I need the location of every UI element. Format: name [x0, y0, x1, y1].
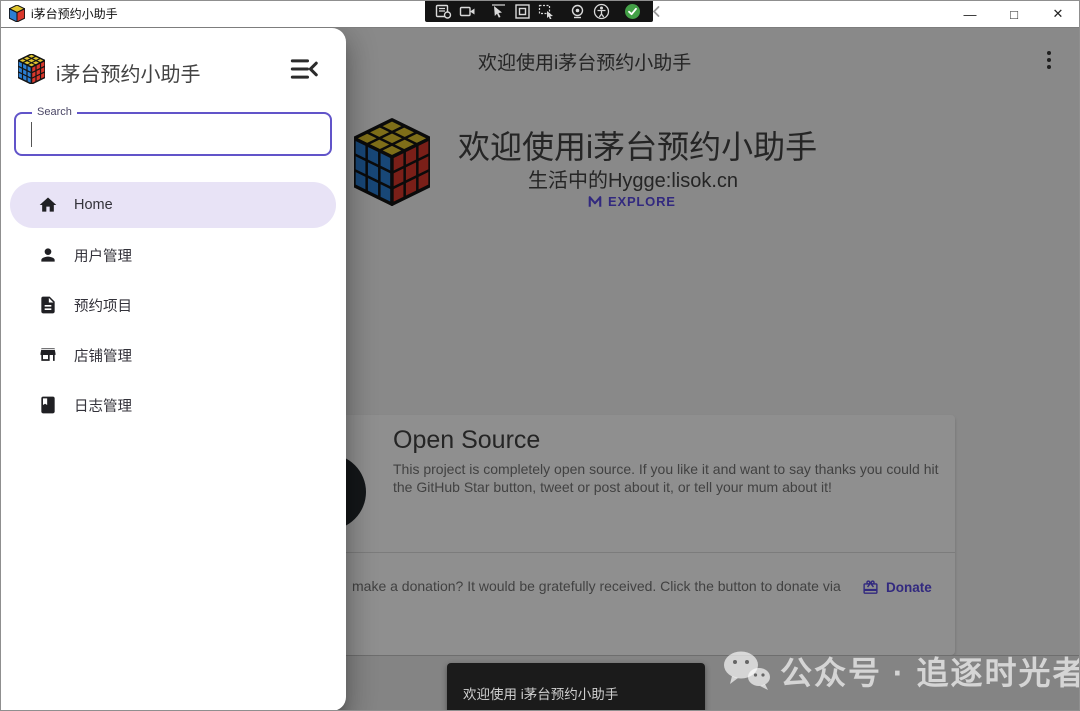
app-logo-cube-icon [18, 54, 45, 84]
sidebar-item-label: 店铺管理 [74, 345, 132, 366]
close-button[interactable]: ✕ [1036, 0, 1080, 28]
sidebar-item-users[interactable]: 用户管理 [10, 232, 336, 278]
document-icon [38, 295, 58, 315]
sidebar-item-reservations[interactable]: 预约项目 [10, 282, 336, 328]
webcam-icon[interactable] [569, 3, 586, 20]
cursor-capture-icon[interactable] [490, 3, 507, 20]
search-input[interactable] [30, 120, 310, 148]
drawer-app-title: i茅台预约小助手 [56, 58, 200, 87]
window-app-icon [9, 5, 25, 22]
search-field[interactable]: Search [14, 112, 332, 156]
logbook-icon [38, 395, 58, 415]
capture-settings-icon[interactable] [435, 3, 452, 20]
sidebar-drawer: i茅台预约小助手 Search Home 用户管理 预约项目 店铺管理 日志 [0, 28, 346, 711]
window-controls: — □ ✕ [948, 0, 1080, 28]
sidebar-item-label: Home [74, 197, 113, 213]
home-icon [38, 195, 58, 215]
store-icon [38, 345, 58, 365]
sidebar-item-label: 预约项目 [74, 295, 132, 316]
sidebar-item-home[interactable]: Home [10, 182, 336, 228]
region-select-icon[interactable] [538, 3, 555, 20]
minimize-button[interactable]: — [948, 0, 992, 28]
video-record-icon[interactable] [459, 3, 476, 20]
sidebar-item-logs[interactable]: 日志管理 [10, 382, 336, 428]
confirm-icon[interactable] [624, 3, 641, 20]
region-frame-icon[interactable] [514, 3, 531, 20]
collapse-toolbar-icon[interactable] [648, 3, 665, 20]
window-title: i茅台预约小助手 [31, 5, 118, 22]
maximize-button[interactable]: □ [992, 0, 1036, 28]
search-field-label: Search [32, 106, 77, 118]
menu-collapse-icon[interactable] [290, 56, 318, 82]
drawer-header: i茅台预约小助手 [0, 28, 346, 104]
sidebar-item-label: 日志管理 [74, 395, 132, 416]
person-icon [38, 245, 58, 265]
accessibility-icon[interactable] [593, 3, 610, 20]
snackbar-message: 欢迎使用 i茅台预约小助手 [463, 683, 618, 703]
sidebar-item-stores[interactable]: 店铺管理 [10, 332, 336, 378]
text-caret [31, 122, 32, 147]
capture-toolbar [425, 0, 653, 22]
welcome-snackbar[interactable]: 欢迎使用 i茅台预约小助手 [447, 663, 705, 711]
sidebar-item-label: 用户管理 [74, 245, 132, 266]
